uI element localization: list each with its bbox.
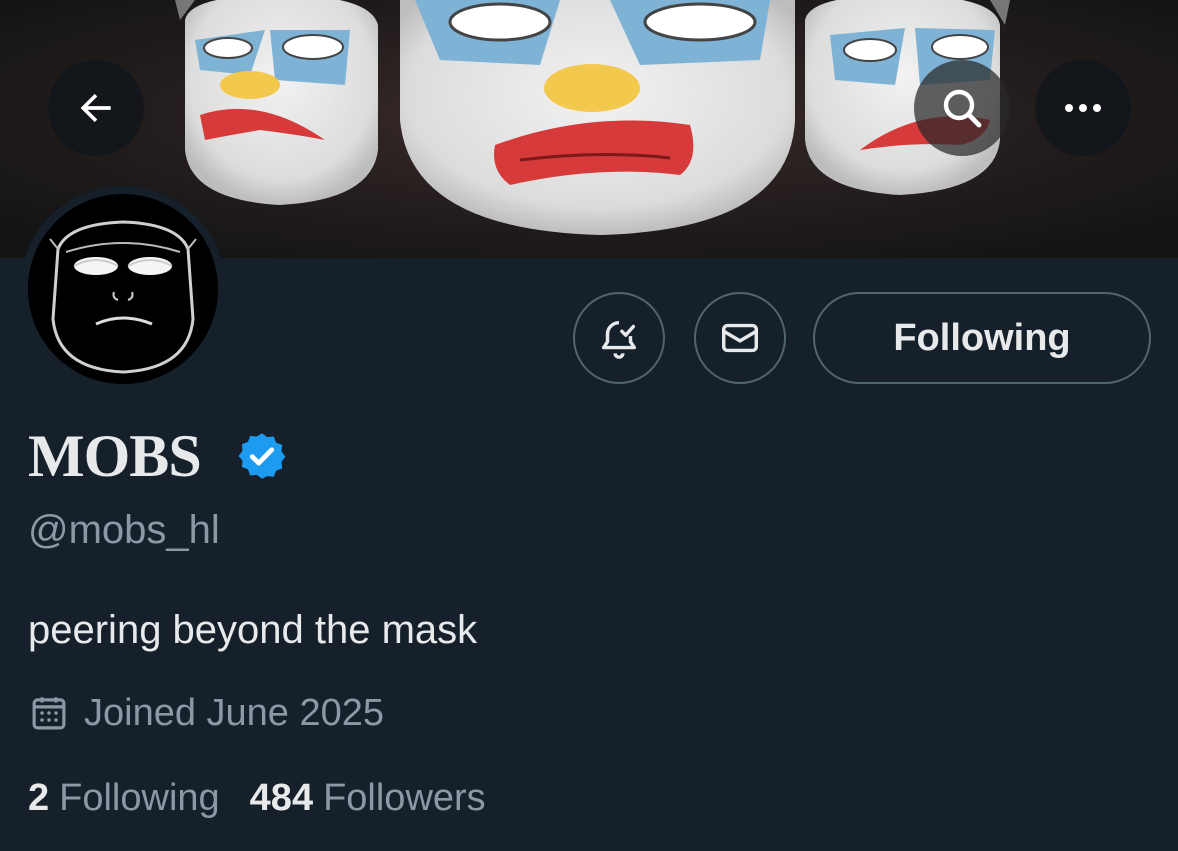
followers-stat[interactable]: 484 Followers: [250, 772, 486, 824]
envelope-icon: [721, 323, 759, 353]
search-button[interactable]: [914, 60, 1010, 156]
more-horizontal-icon: [1065, 104, 1101, 112]
bio: peering beyond the mask: [28, 608, 478, 652]
notifications-button[interactable]: [573, 292, 665, 384]
followers-count: 484: [249, 777, 314, 819]
following-button[interactable]: Following: [813, 292, 1151, 384]
following-count: 2: [28, 777, 50, 819]
back-button[interactable]: [48, 60, 144, 156]
joined-date: Joined June 2025: [28, 688, 384, 738]
search-icon: [943, 89, 982, 128]
avatar-image: [28, 194, 218, 384]
display-name: MOBS: [28, 423, 202, 489]
arrow-left-icon: [80, 93, 111, 123]
calendar-icon: [32, 697, 66, 730]
avatar[interactable]: [20, 186, 226, 392]
joined-text: Joined June 2025: [84, 692, 385, 734]
followers-label: Followers: [323, 777, 486, 819]
follow-stats: 2 Following 484 Followers: [28, 772, 486, 824]
more-options-button[interactable]: [1035, 60, 1131, 156]
following-label: Following: [59, 777, 220, 819]
verified-badge-icon[interactable]: [236, 430, 288, 482]
message-button[interactable]: [694, 292, 786, 384]
following-stat[interactable]: 2 Following: [28, 772, 220, 824]
bell-check-icon: [601, 320, 637, 359]
user-handle: @mobs_hl: [28, 508, 220, 552]
